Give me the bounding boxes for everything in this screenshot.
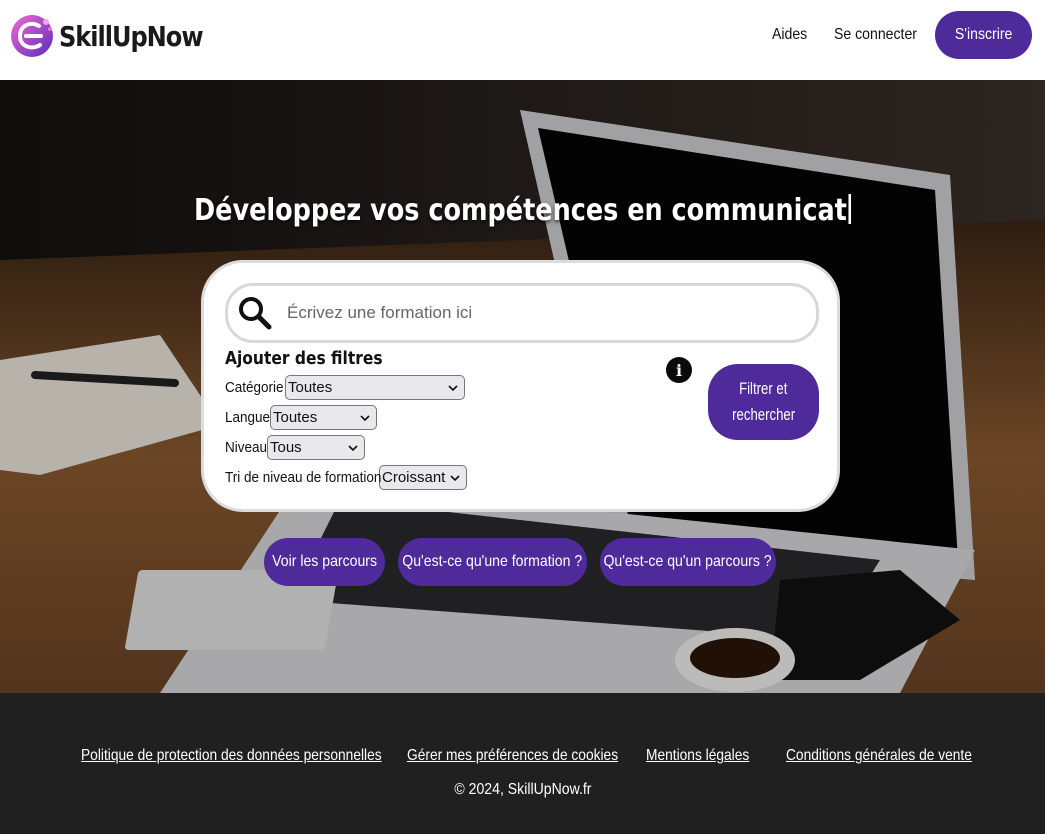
filters-title: Ajouter des filtres xyxy=(225,348,383,369)
brand-name: SkillUpNow xyxy=(59,19,204,53)
chevron-down-icon xyxy=(448,384,458,391)
what-is-path-button[interactable]: Qu'est-ce qu'un parcours ? xyxy=(600,538,776,586)
signup-button[interactable]: S'inscrire xyxy=(935,11,1032,59)
chevron-down-icon xyxy=(360,414,370,421)
filter-search-button[interactable]: Filtrer et rechercher xyxy=(708,364,819,440)
category-label: Catégorie xyxy=(225,379,284,396)
level-select[interactable]: Tous xyxy=(267,435,365,460)
category-select[interactable]: Toutes xyxy=(285,375,465,400)
what-is-training-label: Qu'est-ce qu'une formation ? xyxy=(402,553,583,570)
language-select[interactable]: Toutes xyxy=(270,405,377,430)
filter-sort-row: Tri de niveau de formation Croissant xyxy=(225,465,467,490)
site-footer: Politique de protection des données pers… xyxy=(0,693,1045,834)
level-value: Tous xyxy=(270,439,302,456)
language-value: Toutes xyxy=(273,409,318,426)
hero-section: Développez vos compétences en communicat… xyxy=(0,80,1045,693)
copyright: © 2024, SkillUpNow.fr xyxy=(0,781,1045,799)
sort-select[interactable]: Croissant xyxy=(379,465,467,490)
info-icon[interactable]: i xyxy=(666,357,692,383)
search-box xyxy=(225,283,819,343)
search-card: Ajouter des filtres Catégorie Toutes Lan… xyxy=(201,260,840,512)
nav-login-link[interactable]: Se connecter xyxy=(834,26,917,44)
privacy-policy-link[interactable]: Politique de protection des données pers… xyxy=(81,747,382,765)
chevron-down-icon xyxy=(450,474,460,481)
nav-help-link[interactable]: Aides xyxy=(772,26,807,44)
filter-button-line1: Filtrer et xyxy=(739,379,788,398)
hero-headline: Développez vos compétences en communicat xyxy=(0,193,1045,228)
filter-level-row: Niveau Tous xyxy=(225,435,365,460)
legal-notice-link[interactable]: Mentions légales xyxy=(646,747,749,765)
category-value: Toutes xyxy=(288,379,333,396)
what-is-path-label: Qu'est-ce qu'un parcours ? xyxy=(603,553,773,570)
search-input[interactable] xyxy=(287,303,807,323)
language-label: Langue xyxy=(225,409,271,426)
terms-of-sale-link[interactable]: Conditions générales de vente xyxy=(786,747,972,765)
cookie-preferences-link[interactable]: Gérer mes préférences de cookies xyxy=(407,747,618,765)
search-icon[interactable] xyxy=(237,295,273,331)
view-paths-button[interactable]: Voir les parcours xyxy=(264,538,385,586)
logo-icon xyxy=(11,15,53,57)
level-label: Niveau xyxy=(225,439,268,456)
filter-category-row: Catégorie Toutes xyxy=(225,375,465,400)
what-is-training-button[interactable]: Qu'est-ce qu'une formation ? xyxy=(398,538,587,586)
view-paths-label: Voir les parcours xyxy=(272,553,377,570)
copyright-text: © 2024, SkillUpNow.fr xyxy=(453,781,592,798)
typing-caret xyxy=(848,194,852,224)
filter-button-line2: rechercher xyxy=(732,405,795,424)
site-header: SkillUpNow Aides Se connecter S'inscrire xyxy=(0,0,1045,80)
sort-label: Tri de niveau de formation xyxy=(225,469,382,486)
filter-language-row: Langue Toutes xyxy=(225,405,377,430)
chevron-down-icon xyxy=(348,444,358,451)
signup-label: S'inscrire xyxy=(954,26,1013,43)
hero-headline-text: Développez vos compétences en communicat xyxy=(193,193,847,228)
sort-value: Croissant xyxy=(382,469,446,486)
brand-logo[interactable]: SkillUpNow xyxy=(8,12,226,60)
